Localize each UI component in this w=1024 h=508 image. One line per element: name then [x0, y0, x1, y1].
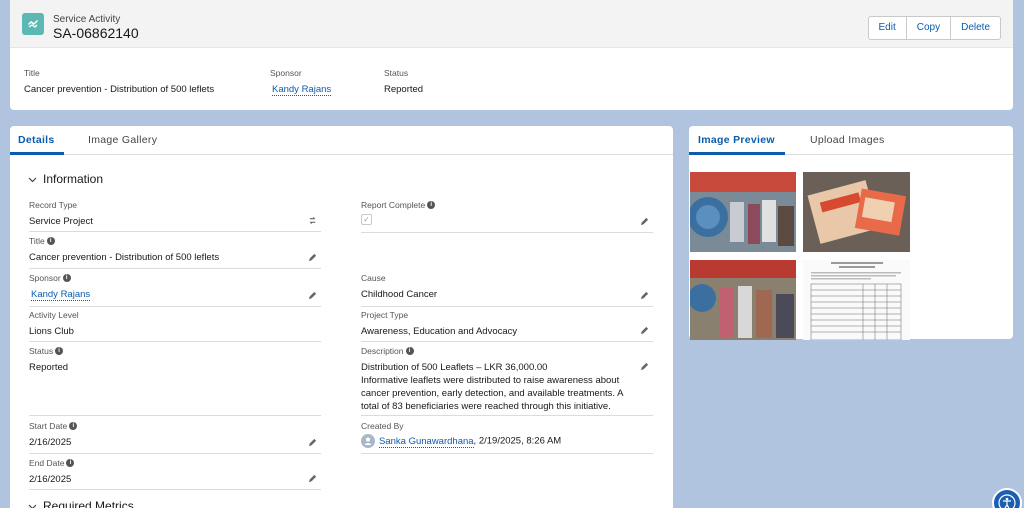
field-value: 2/16/2025: [29, 474, 72, 485]
field-label: Start Date: [29, 421, 68, 431]
highlight-title-value: Cancer prevention - Distribution of 500 …: [24, 84, 215, 95]
copy-button[interactable]: Copy: [907, 17, 952, 39]
field-label: Title: [29, 236, 45, 246]
record-name: SA-06862140: [53, 25, 139, 41]
created-by-link[interactable]: Sanka Gunawardhana: [379, 435, 474, 448]
gallery-image-3[interactable]: [690, 260, 796, 340]
pencil-icon[interactable]: [640, 362, 649, 371]
field-value: Lions Club: [29, 326, 74, 337]
info-icon[interactable]: i: [405, 347, 414, 355]
chevron-down-icon: [28, 504, 37, 508]
field-record-type: Record Type Service Project: [29, 200, 321, 232]
left-tabset: Details Image Gallery: [10, 126, 673, 155]
field-value: Cancer prevention - Distribution of 500 …: [29, 252, 220, 263]
field-cause: Cause Childhood Cancer: [361, 273, 653, 307]
section-title: Required Metrics: [43, 499, 134, 508]
pencil-icon[interactable]: [308, 438, 317, 447]
field-value: Reported: [29, 362, 69, 373]
field-activity-level: Activity Level Lions Club: [29, 310, 321, 342]
record-header: Service Activity SA-06862140 Edit Copy D…: [10, 0, 1013, 48]
pencil-icon[interactable]: [640, 326, 649, 335]
info-icon[interactable]: i: [427, 201, 436, 209]
pencil-icon[interactable]: [308, 253, 317, 262]
pencil-icon[interactable]: [308, 474, 317, 483]
info-icon[interactable]: i: [62, 274, 71, 282]
field-start-date: Start Date i 2/16/2025: [29, 421, 321, 454]
field-label: Sponsor: [29, 273, 61, 283]
report-complete-checkbox[interactable]: ✓: [361, 214, 372, 225]
field-label: Created By: [361, 421, 404, 431]
highlight-title-label: Title: [24, 68, 40, 78]
highlight-sponsor: Sponsor Kandy Rajans: [270, 68, 332, 96]
section-information-header[interactable]: Information: [28, 172, 103, 186]
field-label: Cause: [361, 273, 386, 283]
field-label: Activity Level: [29, 310, 79, 320]
tab-details[interactable]: Details: [18, 134, 55, 146]
info-icon[interactable]: i: [66, 459, 75, 467]
object-type-label: Service Activity: [53, 14, 121, 25]
field-label: End Date: [29, 458, 65, 468]
field-value: Service Project: [29, 216, 93, 227]
gallery-image-2[interactable]: [803, 172, 910, 252]
tab-upload-images[interactable]: Upload Images: [810, 134, 885, 146]
field-report-complete: Report Complete i ✓: [361, 200, 653, 233]
action-button-group: Edit Copy Delete: [867, 16, 1001, 40]
highlight-status-value: Reported: [384, 84, 424, 95]
change-record-type-icon[interactable]: [308, 216, 317, 225]
field-label: Status: [29, 346, 54, 356]
chevron-down-icon: [28, 177, 37, 182]
field-value: Distribution of 500 Leaflets – LKR 36,00…: [361, 362, 623, 412]
field-value: 2/16/2025: [29, 437, 72, 448]
active-tab-indicator: [10, 152, 64, 155]
field-label: Record Type: [29, 200, 78, 210]
field-end-date: End Date i 2/16/2025: [29, 458, 321, 490]
pencil-icon[interactable]: [308, 291, 317, 300]
highlight-title: Title Cancer prevention - Distribution o…: [24, 68, 214, 95]
field-value: Childhood Cancer: [361, 289, 438, 300]
details-panel: Details Image Gallery Information Record…: [10, 126, 673, 508]
field-description: Description i Distribution of 500 Leaflet…: [361, 346, 653, 416]
field-value: Awareness, Education and Advocacy: [361, 326, 518, 337]
field-label: Description: [361, 346, 404, 356]
gallery-image-4-report[interactable]: [803, 260, 910, 340]
highlight-sponsor-label: Sponsor: [270, 68, 302, 78]
section-title: Information: [43, 172, 104, 186]
accessibility-icon[interactable]: [992, 488, 1022, 508]
highlight-status: Status Reported: [384, 68, 423, 95]
tab-image-gallery[interactable]: Image Gallery: [88, 134, 157, 146]
pencil-icon[interactable]: [640, 217, 649, 226]
section-required-metrics-header[interactable]: Required Metrics: [28, 499, 134, 508]
created-date: , 2/19/2025, 8:26 AM: [473, 435, 562, 447]
field-project-type: Project Type Awareness, Education and Ad…: [361, 310, 653, 342]
record-header-card: Service Activity SA-06862140 Edit Copy D…: [10, 0, 1013, 110]
user-avatar-icon: [361, 434, 375, 448]
field-sponsor: Sponsor i Kandy Rajans: [29, 273, 321, 307]
info-icon[interactable]: i: [69, 422, 78, 430]
field-created-by: Created By Sanka Gunawardhana, 2/19/2025…: [361, 421, 653, 454]
delete-button[interactable]: Delete: [951, 17, 1000, 39]
field-title: Title i Cancer prevention - Distribution …: [29, 236, 321, 269]
highlight-sponsor-link[interactable]: Kandy Rajans: [272, 84, 332, 96]
tab-image-preview[interactable]: Image Preview: [698, 134, 775, 146]
pencil-icon[interactable]: [640, 291, 649, 300]
field-status: Status i Reported: [29, 346, 321, 416]
edit-button[interactable]: Edit: [869, 17, 907, 39]
sponsor-link[interactable]: Kandy Rajans: [31, 289, 91, 301]
image-preview-panel: Image Preview Upload Images: [689, 126, 1013, 340]
gallery-image-1[interactable]: [690, 172, 796, 252]
field-label: Report Complete: [361, 200, 426, 210]
field-label: Project Type: [361, 310, 409, 320]
right-tabset: Image Preview Upload Images: [689, 126, 1013, 155]
active-tab-indicator: [689, 152, 785, 155]
info-icon[interactable]: i: [46, 237, 55, 245]
info-icon[interactable]: i: [55, 347, 64, 355]
service-activity-icon: [22, 13, 44, 35]
highlight-status-label: Status: [384, 68, 409, 78]
